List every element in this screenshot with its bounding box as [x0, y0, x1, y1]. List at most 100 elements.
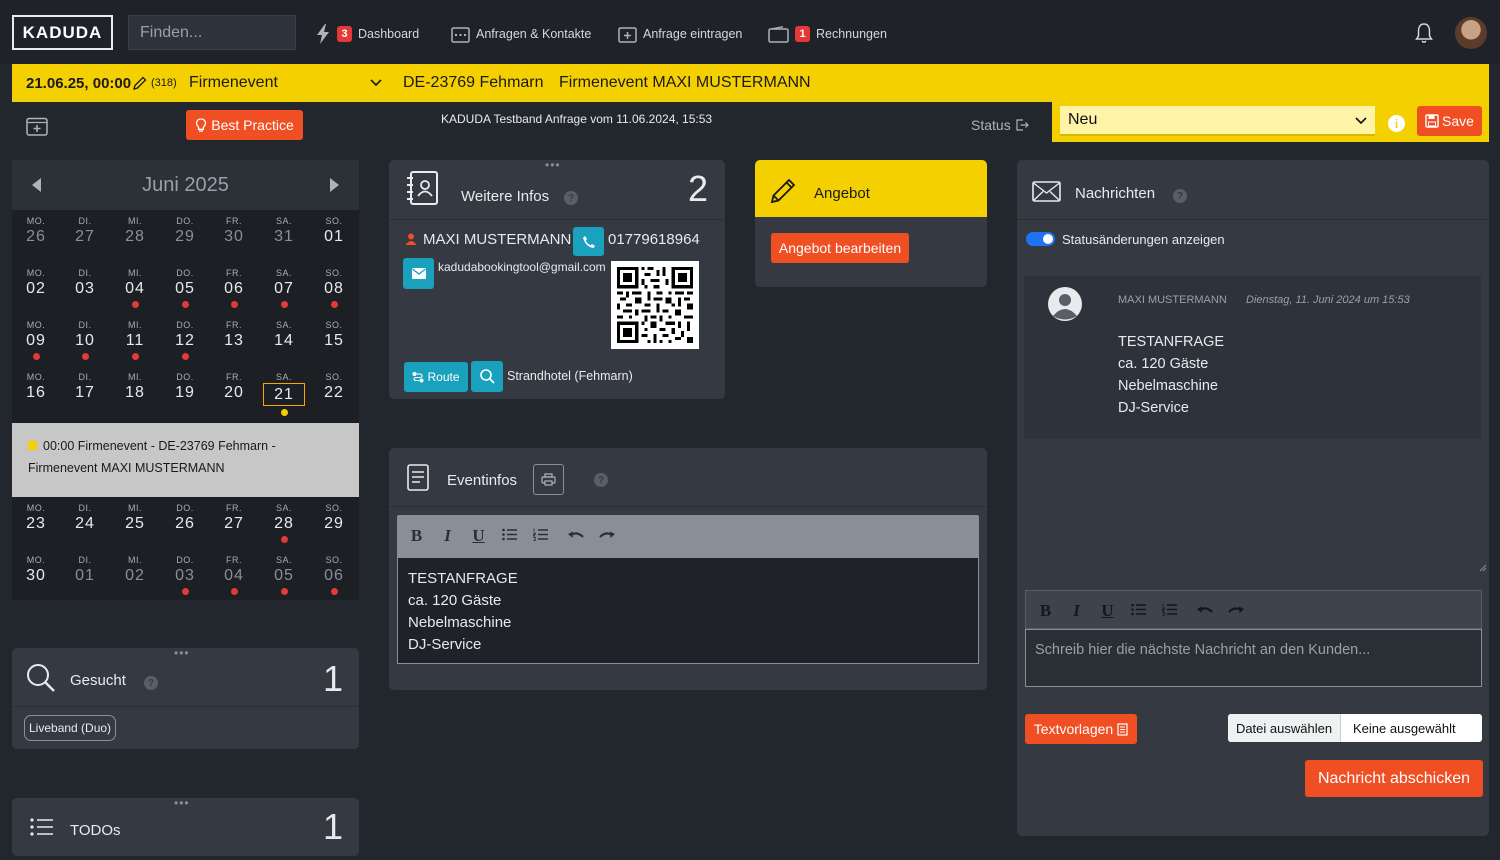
nav-anfragen-kontakte[interactable]: Anfragen & Kontakte [451, 24, 591, 44]
pencil-icon[interactable] [132, 76, 147, 91]
calendar-day[interactable]: DO. 29 [162, 212, 208, 246]
calendar-day[interactable]: FR. 04 [211, 551, 257, 595]
chevron-left-icon[interactable] [32, 178, 42, 192]
calendar-day[interactable]: MO. 16 [13, 368, 59, 402]
calendar-day[interactable]: SO. 15 [311, 316, 357, 350]
italic-button[interactable]: I [432, 526, 463, 546]
event-type[interactable]: Firmenevent [189, 64, 278, 102]
nav-anfrage-eintragen[interactable]: Anfrage eintragen [618, 24, 742, 44]
calendar-day[interactable]: MI. 11 [112, 316, 158, 360]
redo-button[interactable] [591, 526, 622, 546]
resize-handle-icon[interactable] [1479, 564, 1487, 572]
chevron-right-icon[interactable] [329, 178, 339, 192]
send-message-button[interactable]: Nachricht abschicken [1305, 760, 1483, 797]
undo-button[interactable] [560, 526, 591, 546]
kaduda-logo[interactable]: KADUDA [12, 15, 113, 50]
calendar-day[interactable]: DO. 12 [162, 316, 208, 360]
file-input[interactable]: Datei auswählen Keine ausgewählt [1228, 714, 1482, 742]
help-icon[interactable]: ? [1173, 189, 1187, 203]
drag-handle[interactable]: ••• [174, 796, 190, 810]
bold-button[interactable]: B [1030, 601, 1061, 621]
calendar-day[interactable]: FR. 30 [211, 212, 257, 246]
drag-handle[interactable]: ••• [174, 646, 190, 660]
calendar-day[interactable]: SO. 22 [311, 368, 357, 402]
calendar-day[interactable]: SA. 05 [261, 551, 307, 595]
help-icon[interactable]: ? [144, 676, 158, 690]
eventinfos-editor[interactable]: TESTANFRAGE ca. 120 Gäste Nebelmaschine … [397, 557, 979, 664]
file-choose-button[interactable]: Datei auswählen [1228, 714, 1341, 742]
call-button[interactable] [573, 227, 604, 256]
undo-button[interactable] [1189, 601, 1220, 621]
calendar-day[interactable]: MO. 23 [13, 499, 59, 533]
calendar-day[interactable]: DI. 01 [62, 551, 108, 585]
calendar-day[interactable]: MO. 26 [13, 212, 59, 246]
calendar-day[interactable]: FR. 27 [211, 499, 257, 533]
numbered-list-button[interactable] [525, 526, 556, 546]
underline-button[interactable]: U [463, 526, 494, 546]
chevron-down-icon[interactable] [370, 78, 382, 87]
message-input[interactable]: Schreib hier die nächste Nachricht an de… [1025, 629, 1482, 687]
calendar-day[interactable]: MO. 09 [13, 316, 59, 360]
calendar-day[interactable]: SO. 29 [311, 499, 357, 533]
email-button[interactable] [403, 258, 434, 289]
calendar-day[interactable]: DO. 03 [162, 551, 208, 595]
venue-search-button[interactable] [471, 361, 503, 392]
info-icon[interactable]: i [1388, 115, 1405, 132]
calendar-day[interactable]: DI. 24 [62, 499, 108, 533]
drag-handle[interactable]: ••• [545, 158, 561, 172]
contact-phone[interactable]: 01779618964 [608, 231, 700, 248]
redo-button[interactable] [1220, 601, 1251, 621]
bold-button[interactable]: B [401, 526, 432, 546]
calendar-day[interactable]: SA. 31 [261, 212, 307, 246]
contact-email[interactable]: kadudabookingtool@gmail.com [438, 260, 606, 274]
search-input[interactable]: Finden... [128, 15, 296, 50]
calendar-day[interactable]: SA. 07 [261, 264, 307, 308]
calendar-day[interactable]: SO. 08 [311, 264, 357, 308]
calendar-day[interactable]: DI. 27 [62, 212, 108, 246]
calendar-day[interactable]: MI. 25 [112, 499, 158, 533]
best-practice-button[interactable]: Best Practice [186, 110, 303, 140]
nav-rechnungen[interactable]: 1 Rechnungen [768, 24, 887, 44]
calendar-day[interactable]: SA. 14 [261, 316, 307, 350]
calendar-day[interactable]: DO. 19 [162, 368, 208, 402]
calendar-day[interactable]: SA. 28 [261, 499, 307, 543]
underline-button[interactable]: U [1092, 601, 1123, 621]
calendar-day[interactable]: SO. 06 [311, 551, 357, 595]
calendar-day[interactable]: MI. 18 [112, 368, 158, 402]
italic-button[interactable]: I [1061, 601, 1092, 621]
calendar-event-entry[interactable]: 00:00 Firmenevent - DE-23769 Fehmarn - F… [12, 423, 359, 497]
calendar-day[interactable]: MO. 02 [13, 264, 59, 298]
print-button[interactable] [533, 464, 564, 495]
calendar-day[interactable]: FR. 20 [211, 368, 257, 402]
calendar-day[interactable]: DI. 10 [62, 316, 108, 360]
status-toggle[interactable] [1026, 232, 1055, 246]
save-button[interactable]: Save [1417, 106, 1482, 136]
help-icon[interactable]: ? [594, 473, 608, 487]
bullet-list-button[interactable] [1123, 601, 1154, 621]
calendar-day[interactable]: SA. 21 [261, 368, 307, 416]
bullet-list-button[interactable] [494, 526, 525, 546]
calendar-day[interactable]: MI. 02 [112, 551, 158, 585]
calendar-day[interactable]: DI. 03 [62, 264, 108, 298]
numbered-list-button[interactable] [1154, 601, 1185, 621]
calendar-day[interactable]: MI. 28 [112, 212, 158, 246]
bell-icon[interactable] [1414, 22, 1434, 44]
calendar-day[interactable]: MI. 04 [112, 264, 158, 308]
calendar-day[interactable]: DO. 26 [162, 499, 208, 533]
event-dot [181, 588, 189, 595]
calendar-add-icon[interactable] [26, 116, 48, 136]
help-icon[interactable]: ? [564, 191, 578, 205]
calendar-day[interactable]: MO. 30 [13, 551, 59, 585]
user-avatar[interactable] [1455, 17, 1487, 49]
tag-liveband-duo[interactable]: Liveband (Duo) [24, 715, 117, 741]
nav-dashboard[interactable]: 3 Dashboard [315, 24, 419, 44]
route-button[interactable]: Route [404, 362, 468, 392]
status-select[interactable]: Neu [1060, 106, 1375, 136]
textvorlagen-button[interactable]: Textvorlagen [1025, 714, 1137, 744]
angebot-bearbeiten-button[interactable]: Angebot bearbeiten [771, 233, 909, 263]
calendar-day[interactable]: DO. 05 [162, 264, 208, 308]
calendar-day[interactable]: FR. 06 [211, 264, 257, 308]
calendar-day[interactable]: FR. 13 [211, 316, 257, 350]
calendar-day[interactable]: SO. 01 [311, 212, 357, 246]
calendar-day[interactable]: DI. 17 [62, 368, 108, 402]
